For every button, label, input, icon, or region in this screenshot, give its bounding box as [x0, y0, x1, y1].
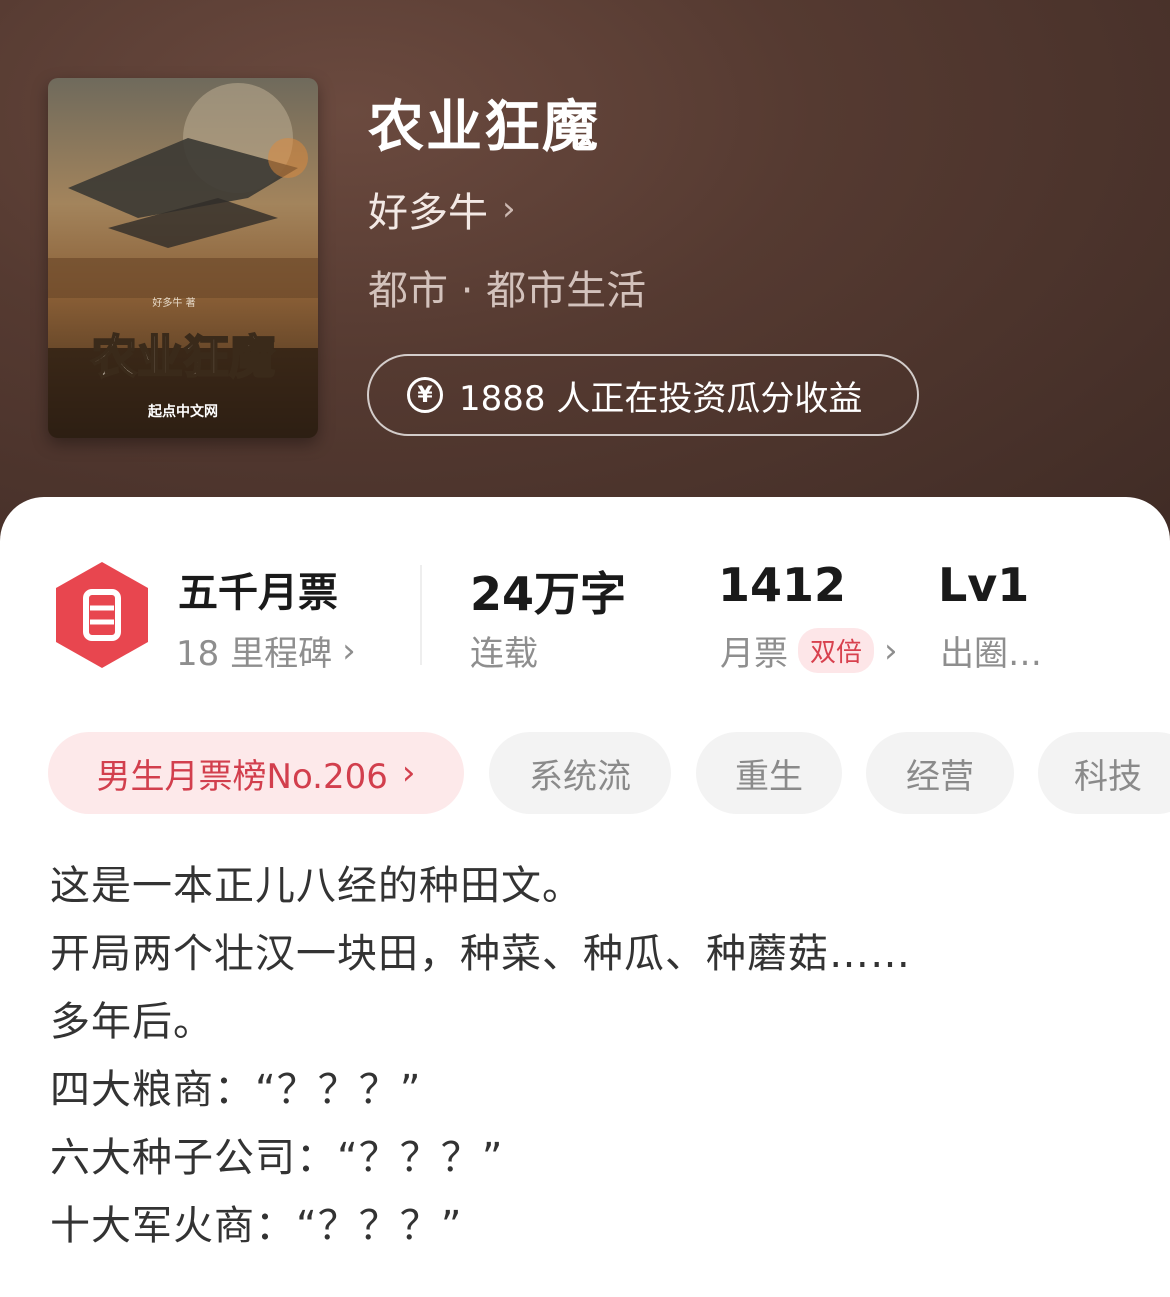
description-line: 开局两个壮汉一块田，种菜、种瓜、种蘑菇……: [50, 931, 911, 977]
rank-label: 男生月票榜No.206: [96, 756, 388, 797]
description-line: 六大种子公司：“？？？”: [50, 1135, 504, 1181]
book-title: 农业狂魔: [368, 95, 600, 160]
milestone-title: 五千月票: [178, 570, 338, 616]
milestone-link[interactable]: 18 里程碑 ›: [176, 626, 356, 675]
ticket-count: 1412: [718, 558, 847, 612]
double-badge: 双倍: [798, 628, 875, 673]
genre-label[interactable]: 都市 · 都市生活: [368, 258, 646, 316]
stats-divider: [420, 565, 422, 665]
rank-tag[interactable]: 男生月票榜No.206 ›: [48, 732, 464, 814]
cover-author: 好多牛 著: [152, 296, 195, 309]
word-count: 24万字: [470, 567, 627, 621]
milestone-sub: 18 里程碑: [176, 634, 333, 674]
invest-text: 1888 人正在投资瓜分收益: [459, 378, 863, 419]
tag-item[interactable]: 科技: [1038, 732, 1170, 814]
book-header: 好多牛 著 农业狂魔 起点中文网 农业狂魔 好多牛 › 都市 · 都市生活 ¥ …: [0, 0, 1170, 560]
description-line: 这是一本正儿八经的种田文。: [50, 863, 583, 909]
ticket-label: 月票: [720, 634, 788, 674]
ticket-link[interactable]: 月票 双倍 ›: [720, 626, 898, 675]
description-line: 十大军火商：“？？？”: [50, 1203, 463, 1249]
serial-status: 连载: [470, 634, 538, 674]
tag-item[interactable]: 经营: [866, 732, 1014, 814]
monthly-ticket-badge-icon[interactable]: [52, 560, 152, 670]
description-line: 多年后。: [50, 999, 214, 1045]
chevron-right-icon: ›: [401, 753, 416, 793]
chevron-right-icon: ›: [502, 189, 516, 229]
invest-button[interactable]: ¥ 1888 人正在投资瓜分收益: [367, 354, 919, 436]
chevron-right-icon: ›: [342, 630, 356, 671]
yen-icon: ¥: [407, 377, 443, 413]
description-line: 四大粮商：“？？？”: [50, 1067, 422, 1113]
tag-item[interactable]: 重生: [696, 732, 842, 814]
tag-item[interactable]: 系统流: [489, 732, 671, 814]
cover-art: 好多牛 著 农业狂魔 起点中文网: [48, 78, 318, 438]
book-description[interactable]: 这是一本正儿八经的种田文。 开局两个壮汉一块田，种菜、种瓜、种蘑菇…… 多年后。…: [50, 852, 1130, 1260]
level-label[interactable]: 出圈…: [940, 626, 1042, 675]
level-value: Lv1: [938, 558, 1030, 612]
chevron-right-icon: ›: [884, 630, 898, 671]
author-name: 好多牛: [368, 190, 488, 236]
cover-title: 农业狂魔: [91, 330, 275, 384]
cover-publisher: 起点中文网: [147, 403, 218, 420]
book-cover[interactable]: 好多牛 著 农业狂魔 起点中文网: [48, 78, 318, 438]
author-link[interactable]: 好多牛 ›: [368, 180, 516, 238]
